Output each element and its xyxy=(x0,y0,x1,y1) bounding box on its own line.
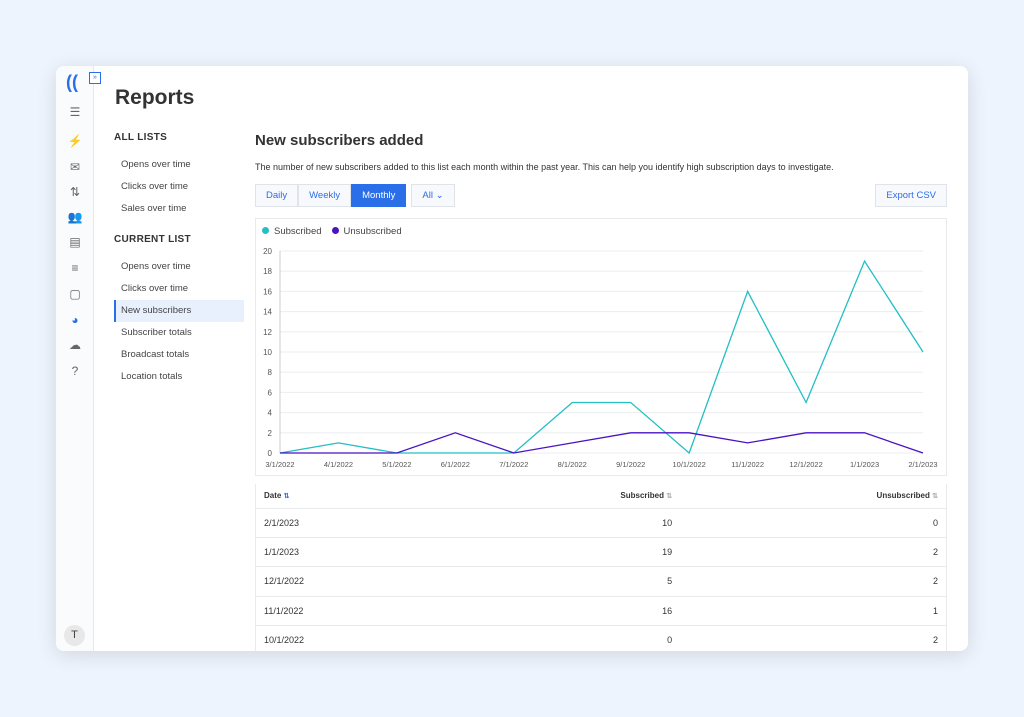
table-row: 10/1/2022 0 2 xyxy=(255,625,947,651)
cell-subscribed: 16 xyxy=(448,596,681,627)
y-tick-label: 12 xyxy=(263,328,272,337)
legend-unsubscribed[interactable]: Unsubscribed xyxy=(331,226,402,237)
nav-item[interactable]: Broadcast totals xyxy=(114,344,244,366)
automation-icon[interactable]: ⚡ xyxy=(67,133,83,149)
y-tick-label: 4 xyxy=(268,409,273,418)
cell-unsubscribed: 2 xyxy=(680,537,947,568)
chevron-down-icon: ⌄ xyxy=(435,190,444,201)
x-tick-label: 11/1/2022 xyxy=(731,460,764,469)
y-tick-label: 16 xyxy=(263,287,272,296)
x-tick-label: 2/1/2023 xyxy=(908,460,937,469)
forms-icon[interactable]: ▢ xyxy=(67,286,83,302)
cell-unsubscribed: 1 xyxy=(680,596,947,627)
cell-unsubscribed: 0 xyxy=(680,508,947,538)
page-title: Reports xyxy=(115,86,195,109)
cell-unsubscribed: 2 xyxy=(680,566,947,597)
x-tick-label: 9/1/2022 xyxy=(616,460,645,469)
cell-subscribed: 19 xyxy=(448,537,681,568)
y-tick-label: 20 xyxy=(263,247,272,256)
x-tick-label: 4/1/2022 xyxy=(324,460,353,469)
export-csv-button[interactable]: Export CSV xyxy=(875,184,947,207)
reports-icon[interactable]: ◕ xyxy=(67,312,83,328)
nav-item[interactable]: Opens over time xyxy=(114,256,244,278)
y-tick-label: 8 xyxy=(268,368,273,377)
avatar[interactable]: T xyxy=(64,625,85,646)
subscribers-icon[interactable]: 👥 xyxy=(67,209,83,225)
cell-date: 1/1/2023 xyxy=(255,537,449,568)
chart-svg: 0 2 4 6 8 10 12 14 16 18 20 3/1/2022 4/1/2022 5/1/202… xyxy=(263,247,938,469)
cell-unsubscribed: 2 xyxy=(680,625,947,651)
report-title: New subscribers added xyxy=(255,132,424,149)
legend-subscribed[interactable]: Subscribed xyxy=(262,226,322,237)
x-tick-label: 3/1/2022 xyxy=(265,460,294,469)
tab-daily[interactable]: Daily xyxy=(255,184,299,207)
broadcast-icon[interactable]: ✉ xyxy=(67,159,83,175)
col-date[interactable]: Date ⇅ xyxy=(255,484,449,509)
landing-page-icon[interactable]: ▤ xyxy=(67,234,83,250)
checklist-icon[interactable]: ☰ xyxy=(67,104,83,120)
reports-nav: ALL LISTS Opens over time Clicks over time… xyxy=(114,128,244,388)
table-row: 2/1/2023 10 0 xyxy=(255,508,947,538)
data-table: Date ⇅ Subscribed ⇅ Unsubscribed ⇅ 2/1/2… xyxy=(255,484,947,651)
nav-item[interactable]: Sales over time xyxy=(114,198,244,220)
x-tick-label: 8/1/2022 xyxy=(558,460,587,469)
y-tick-label: 10 xyxy=(263,348,272,357)
app-window: (( » ☰ ⚡ ✉ ⇅ 👥 ▤ ≡ ▢ ◕ ☁? T Reports ALL LISTS Open… xyxy=(56,66,968,651)
nav-section-title: ALL LISTS xyxy=(114,132,168,143)
icon-rail: (( » ☰ ⚡ ✉ ⇅ 👥 ▤ ≡ ▢ ◕ ☁? T xyxy=(56,66,101,651)
expand-sidebar-icon[interactable]: » xyxy=(89,72,101,84)
col-subscribed[interactable]: Subscribed ⇅ xyxy=(448,484,681,509)
nav-item[interactable]: Location totals xyxy=(114,366,244,388)
table-row: 12/1/2022 5 2 xyxy=(255,566,947,597)
y-tick-label: 2 xyxy=(268,429,273,438)
y-tick-label: 6 xyxy=(268,388,273,397)
tab-weekly[interactable]: Weekly xyxy=(298,184,352,207)
logo-icon: (( xyxy=(66,72,78,92)
cell-date: 10/1/2022 xyxy=(255,625,449,651)
help-icon[interactable]: ? xyxy=(67,363,83,379)
y-tick-label: 0 xyxy=(268,449,273,458)
cell-subscribed: 10 xyxy=(448,508,681,538)
nav-item[interactable]: Subscriber totals xyxy=(114,322,244,344)
settings-sliders-icon[interactable]: ≡ xyxy=(67,260,83,276)
filter-value: All xyxy=(422,190,433,201)
x-tick-label: 10/1/2022 xyxy=(672,460,705,469)
integrations-icon[interactable]: ☁ xyxy=(67,337,83,353)
cell-date: 2/1/2023 xyxy=(255,508,449,538)
cell-subscribed: 0 xyxy=(448,625,681,651)
cell-date: 12/1/2022 xyxy=(255,566,449,597)
series-line-subscribed xyxy=(279,259,924,455)
cell-date: 11/1/2022 xyxy=(255,596,449,627)
nav-item[interactable]: Clicks over time xyxy=(114,278,244,300)
nav-item[interactable]: New subscribers xyxy=(114,300,244,322)
sequence-icon[interactable]: ⇅ xyxy=(67,184,83,200)
nav-item[interactable]: Clicks over time xyxy=(114,176,244,198)
x-tick-label: 5/1/2022 xyxy=(382,460,411,469)
table-row: 1/1/2023 19 2 xyxy=(255,537,947,568)
line-chart: Subscribed Unsubscribed 0 2 4 6 8 10 12 14 16 18 2… xyxy=(255,218,947,476)
tab-monthly[interactable]: Monthly xyxy=(351,184,407,207)
x-tick-label: 12/1/2022 xyxy=(789,460,822,469)
col-unsubscribed[interactable]: Unsubscribed ⇅ xyxy=(680,484,947,509)
x-tick-label: 1/1/2023 xyxy=(850,460,879,469)
y-tick-label: 14 xyxy=(263,308,272,317)
report-description: The number of new subscribers added to t… xyxy=(255,162,834,172)
x-tick-label: 7/1/2022 xyxy=(499,460,528,469)
nav-section-title: CURRENT LIST xyxy=(114,234,191,245)
filter-dropdown[interactable]: All ⌄ xyxy=(411,184,455,207)
y-tick-label: 18 xyxy=(263,267,272,276)
x-tick-label: 6/1/2022 xyxy=(441,460,470,469)
table-row: 11/1/2022 16 1 xyxy=(255,596,947,627)
cell-subscribed: 5 xyxy=(448,566,681,597)
nav-item[interactable]: Opens over time xyxy=(114,154,244,176)
